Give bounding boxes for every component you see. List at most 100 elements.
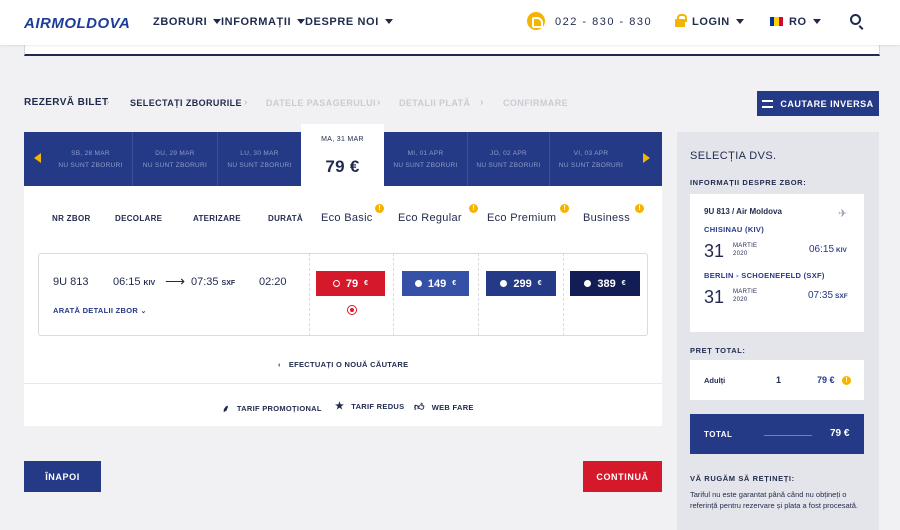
show-flight-details-link[interactable]: ARATĂ DETALII ZBOR ⌄ bbox=[53, 306, 147, 315]
nav-informatii-label: INFORMAȚII bbox=[221, 16, 292, 28]
date-label: LU, 30 MAR bbox=[240, 150, 279, 157]
new-search-link[interactable]: ‹ EFECTUAȚI O NOUĂ CĂUTARE bbox=[278, 360, 408, 369]
legend-web-fare: 👍︎ WEB FARE bbox=[414, 401, 474, 413]
radio-icon bbox=[584, 280, 592, 287]
fare-button-eco-premium[interactable]: 299 € bbox=[486, 271, 556, 296]
plane-icon: ✈ bbox=[838, 208, 848, 220]
column-duration: DURATĂ bbox=[268, 214, 303, 223]
fare-button-business[interactable]: 389 € bbox=[570, 271, 640, 296]
language-label: RO bbox=[789, 16, 807, 28]
flight-duration: 02:20 bbox=[259, 276, 287, 288]
divider bbox=[309, 253, 310, 336]
date-label: MI, 01 APR bbox=[407, 150, 444, 157]
chevron-down-icon: ⌄ bbox=[140, 308, 147, 315]
chevron-down-icon bbox=[297, 19, 306, 24]
step-rezerva-bilet[interactable]: REZERVĂ BILET bbox=[24, 97, 108, 108]
info-icon[interactable]: ! bbox=[842, 376, 851, 385]
language-selector[interactable]: RO bbox=[789, 16, 821, 28]
back-button[interactable]: ÎNAPOI bbox=[24, 461, 101, 492]
airmoldova-logo[interactable]: AIRMOLDOVA bbox=[24, 15, 130, 32]
divider bbox=[393, 253, 394, 336]
info-icon[interactable]: ! bbox=[635, 204, 644, 213]
fare-price: 389 bbox=[597, 277, 616, 290]
fare-class-eco-basic: Eco Basic bbox=[321, 212, 373, 224]
sidebar-flight: 9U 813 / Air Moldova bbox=[704, 207, 782, 216]
romanian-flag-icon bbox=[770, 17, 783, 26]
divider bbox=[478, 253, 479, 336]
date-label: DU, 29 MAR bbox=[155, 150, 195, 157]
legend-label: WEB FARE bbox=[431, 402, 474, 412]
date-option[interactable]: LU, 30 MAR NU SUNT ZBORURI bbox=[217, 132, 301, 186]
departure-code: KIV bbox=[143, 280, 156, 287]
next-dates-arrow-icon[interactable] bbox=[643, 153, 650, 163]
adults-price: 79 € bbox=[817, 375, 835, 385]
star-icon: ★ bbox=[335, 401, 345, 412]
note-title: VĂ RUGĂM SĂ REȚINEȚI: bbox=[690, 474, 795, 483]
date-status: NU SUNT ZBORURI bbox=[227, 162, 292, 170]
destination-airport: BERLIN - SCHOENEFELD (SXF) bbox=[704, 271, 825, 280]
promo-icon bbox=[347, 305, 357, 315]
nav-zboruri[interactable]: ZBORURI bbox=[153, 16, 222, 28]
date-option[interactable]: MI, 01 APR NU SUNT ZBORURI bbox=[384, 132, 467, 186]
time-value: 06:15 bbox=[809, 244, 835, 255]
nav-informatii[interactable]: INFORMAȚII bbox=[221, 16, 306, 28]
step-separator: › bbox=[377, 97, 381, 108]
year-label: 2020 bbox=[733, 296, 748, 303]
reverse-search-button[interactable]: CAUTARE INVERSA bbox=[757, 91, 879, 116]
fare-currency: € bbox=[452, 280, 457, 287]
reverse-search-label: CAUTARE INVERSA bbox=[780, 98, 874, 109]
price-total-label: PREȚ TOTAL: bbox=[690, 346, 746, 355]
arrival-day: 31 bbox=[704, 287, 725, 307]
date-label: SB, 28 MAR bbox=[71, 150, 110, 157]
time-code: KIV bbox=[836, 247, 847, 254]
date-label: MA, 31 MAR bbox=[321, 136, 364, 143]
info-icon[interactable]: ! bbox=[375, 204, 384, 213]
fare-class-business: Business bbox=[583, 212, 631, 224]
date-option[interactable]: JO, 02 APR NU SUNT ZBORURI bbox=[467, 132, 549, 186]
fare-class-eco-premium: Eco Premium bbox=[487, 212, 557, 224]
lock-icon bbox=[675, 14, 687, 27]
date-option[interactable]: DU, 29 MAR NU SUNT ZBORURI bbox=[132, 132, 217, 186]
nav-despre-noi-label: DESPRE NOI bbox=[305, 16, 379, 28]
fare-price: 149 bbox=[427, 277, 447, 290]
step-separator: › bbox=[244, 97, 248, 108]
fare-button-eco-basic[interactable]: 79 € bbox=[316, 271, 385, 296]
login-button[interactable]: LOGIN bbox=[692, 16, 744, 28]
adults-label: Adulți bbox=[704, 376, 726, 385]
legend-promo: ⸙ TARIF PROMOȚIONAL bbox=[222, 401, 322, 416]
column-flight-number: NR ZBOR bbox=[52, 214, 91, 223]
flight-info-label: INFORMAȚII DESPRE ZBOR: bbox=[690, 178, 807, 187]
phone-icon bbox=[527, 12, 545, 30]
date-status: NU SUNT ZBORURI bbox=[142, 162, 208, 170]
nav-despre-noi[interactable]: DESPRE NOI bbox=[305, 16, 393, 28]
arrow-right-icon: ⟶ bbox=[165, 273, 186, 289]
departure-time-value: 06:15 bbox=[113, 276, 141, 288]
fare-class-eco-regular: Eco Regular bbox=[398, 212, 462, 224]
fare-button-eco-regular[interactable]: 149 € bbox=[402, 271, 469, 296]
chevron-down-icon bbox=[384, 19, 393, 24]
radio-icon bbox=[332, 280, 340, 287]
promo-icon: ⸙ bbox=[222, 404, 230, 415]
top-navigation: AIRMOLDOVA ZBORURI INFORMAȚII DESPRE NOI… bbox=[0, 0, 900, 45]
chevron-down-icon bbox=[735, 19, 744, 24]
sidebar-departure-time: 06:15 KIV bbox=[809, 244, 847, 255]
date-status: NU SUNT ZBORURI bbox=[558, 162, 624, 170]
legend-label: TARIF PROMOȚIONAL bbox=[236, 403, 322, 413]
time-value: 07:35 bbox=[808, 290, 834, 301]
legend-label: TARIF REDUS bbox=[351, 402, 405, 411]
info-icon[interactable]: ! bbox=[560, 204, 569, 213]
prev-dates-arrow-icon[interactable] bbox=[34, 153, 41, 163]
info-icon[interactable]: ! bbox=[469, 204, 478, 213]
step-detalii-plata: DETALII PLATĂ bbox=[399, 98, 471, 108]
sidebar-title: SELECȚIA DVS. bbox=[690, 150, 777, 162]
sidebar-arrival-time: 07:35 SXF bbox=[808, 290, 848, 301]
phone-number[interactable]: 022 - 830 - 830 bbox=[555, 16, 652, 28]
date-option[interactable]: VI, 03 APR NU SUNT ZBORURI bbox=[549, 132, 632, 186]
date-option[interactable]: SB, 28 MAR NU SUNT ZBORURI bbox=[49, 132, 132, 186]
total-label: TOTAL bbox=[704, 430, 733, 439]
divider bbox=[764, 435, 812, 436]
departure-day: 31 bbox=[704, 241, 725, 261]
search-icon[interactable] bbox=[850, 14, 861, 25]
date-option-selected[interactable]: MA, 31 MAR 79 € bbox=[301, 124, 384, 186]
continue-button[interactable]: CONTINUĂ bbox=[583, 461, 662, 492]
